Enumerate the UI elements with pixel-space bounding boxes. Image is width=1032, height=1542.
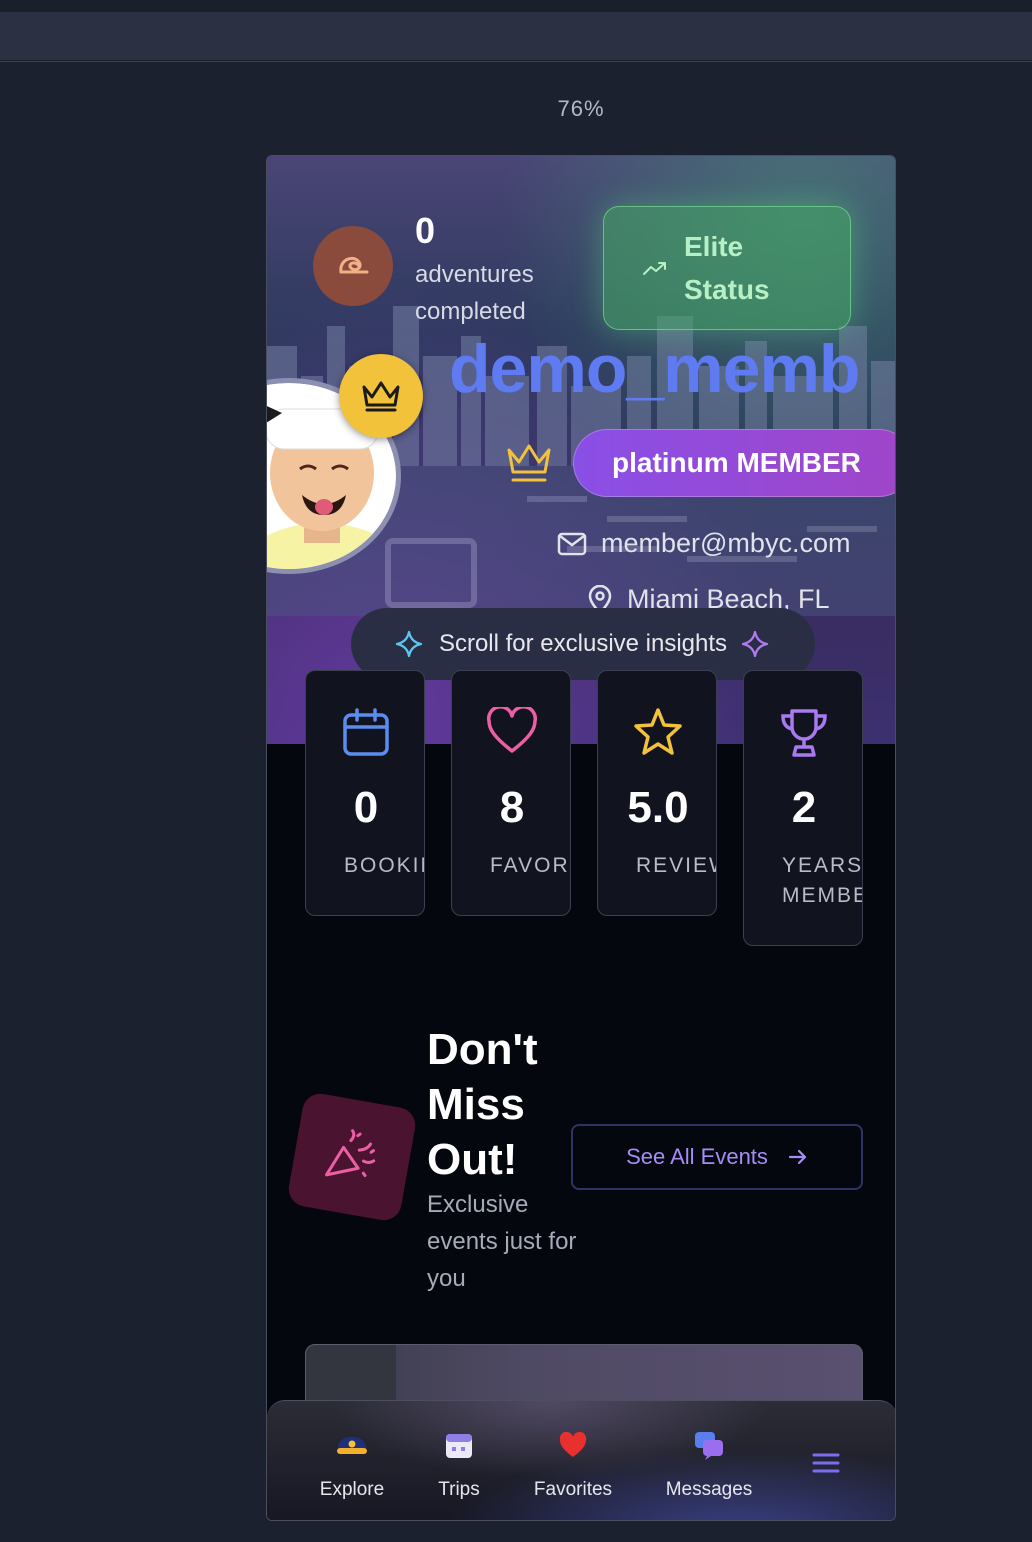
calendar-icon	[343, 708, 389, 756]
elite-status-label: Elite Status	[684, 231, 770, 305]
stat-value: 8	[499, 783, 525, 832]
stat-card-bookings[interactable]: 0 BOOKIN	[305, 670, 425, 916]
see-all-events-label: See All Events	[626, 1144, 768, 1169]
scroll-hint-text: Scroll for exclusive insights	[438, 630, 728, 657]
stat-value: 2	[791, 783, 817, 832]
stat-label: REVIEW	[636, 854, 716, 877]
events-title: Don't Miss Out!	[427, 1025, 538, 1184]
heart-icon	[559, 1431, 587, 1457]
menu-icon	[812, 1453, 840, 1473]
stat-label: YEARS MEMBE	[782, 854, 863, 907]
sparkle-icon	[741, 630, 769, 658]
tab-trips[interactable]: Trips	[394, 1427, 524, 1501]
tab-favorites[interactable]: Favorites	[508, 1427, 638, 1501]
stat-card-favorites[interactable]: 8 FAVORI	[451, 670, 571, 916]
events-badge	[285, 1090, 419, 1224]
email-row[interactable]: member@mbyc.com	[557, 528, 850, 559]
stat-value: 5.0	[627, 783, 689, 832]
heart-icon	[486, 707, 538, 753]
adventures-label: adventures completed	[415, 261, 534, 325]
username: demo_memb	[449, 331, 860, 407]
adventure-badge	[313, 226, 393, 306]
star-icon	[634, 708, 682, 755]
tab-label: Favorites	[533, 1479, 613, 1500]
stat-label: FAVORI	[490, 854, 571, 877]
mail-icon	[557, 532, 587, 555]
calendar-icon	[446, 1434, 472, 1458]
crown-icon	[362, 381, 400, 412]
tab-messages[interactable]: Messages	[644, 1427, 774, 1501]
tier-crown-icon	[507, 444, 551, 482]
crown-badge	[339, 354, 423, 438]
adventures-count: 0	[415, 210, 436, 251]
stat-value: 0	[353, 783, 379, 832]
browser-toolbar	[0, 0, 1032, 62]
stat-label: BOOKIN	[344, 854, 424, 877]
bottom-tab-bar: Explore Trips Favorites Messages	[267, 1400, 895, 1520]
trophy-icon	[781, 709, 827, 757]
sparkle-icon	[395, 630, 423, 658]
events-subtitle: Exclusive events just for you	[427, 1191, 577, 1292]
mobile-viewport: 0 adventures completed Elite Status demo…	[266, 155, 896, 1521]
zoom-level: 76%	[557, 96, 605, 121]
stat-card-reviews[interactable]: 5.0 REVIEW	[597, 670, 717, 916]
tab-label: Messages	[665, 1479, 753, 1500]
elite-status-badge[interactable]: Elite Status	[603, 206, 851, 330]
compass-icon	[339, 256, 369, 274]
trending-up-icon	[643, 262, 666, 275]
email-text: member@mbyc.com	[601, 528, 851, 558]
tab-label: Explore	[319, 1479, 385, 1500]
stat-card-years-member[interactable]: 2 YEARS MEMBE	[743, 670, 863, 946]
tab-menu[interactable]	[761, 1445, 891, 1481]
tab-label: Trips	[438, 1479, 480, 1500]
captain-hat-icon	[337, 1437, 367, 1454]
scroll-hint[interactable]: Scroll for exclusive insights	[351, 608, 815, 680]
ghost-decoration	[385, 538, 477, 608]
arrow-right-icon	[788, 1149, 807, 1165]
see-all-events-button[interactable]: See All Events	[571, 1124, 863, 1190]
membership-tier-badge: platinum MEMBER	[573, 429, 895, 497]
browser-address-strip[interactable]	[0, 12, 1032, 60]
chat-bubbles-icon	[695, 1432, 723, 1460]
party-popper-icon	[325, 1129, 376, 1178]
